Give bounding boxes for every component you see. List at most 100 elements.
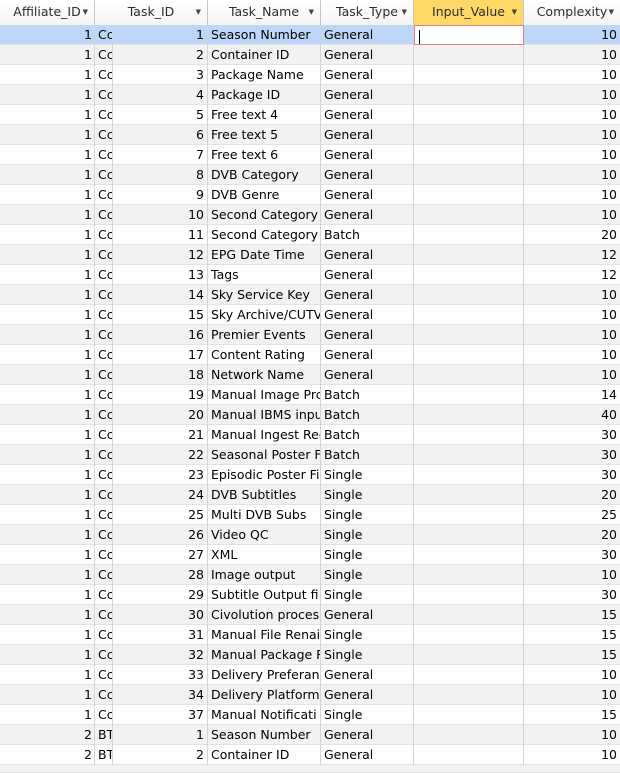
table-row[interactable]: 1 Cc 37 Manual Notificati Single 15 — [0, 705, 620, 725]
complexity-cell[interactable]: 10 — [524, 85, 620, 105]
table-row[interactable]: 1 Cc 11 Second Category (Batch 20 — [0, 225, 620, 245]
complexity-cell[interactable]: 10 — [524, 345, 620, 365]
complexity-cell[interactable]: 10 — [524, 665, 620, 685]
task-name-cell[interactable]: Sky Service Key — [208, 285, 321, 305]
complexity-cell[interactable]: 15 — [524, 705, 620, 725]
task-type-cell[interactable]: General — [321, 725, 414, 745]
complexity-cell[interactable]: 10 — [524, 685, 620, 705]
task-id-cell[interactable]: 19 — [113, 385, 208, 405]
task-id-cell[interactable]: 12 — [113, 245, 208, 265]
affiliate-id-cell[interactable]: 1 — [0, 85, 95, 105]
task-type-cell[interactable]: General — [321, 125, 414, 145]
task-type-cell[interactable]: General — [321, 325, 414, 345]
task-name-cell[interactable]: Manual Package R — [208, 645, 321, 665]
input-value-cell[interactable] — [414, 665, 524, 685]
complexity-cell[interactable]: 30 — [524, 465, 620, 485]
complexity-cell[interactable]: 10 — [524, 285, 620, 305]
table-row[interactable]: 1 Cc 27 XML Single 30 — [0, 545, 620, 565]
task-name-cell[interactable]: Sky Archive/CUTV — [208, 305, 321, 325]
affiliate-name-cell[interactable]: Cc — [95, 205, 113, 225]
input-value-cell[interactable] — [414, 165, 524, 185]
task-id-cell[interactable]: 34 — [113, 685, 208, 705]
complexity-cell[interactable]: 40 — [524, 405, 620, 425]
complexity-cell[interactable]: 15 — [524, 605, 620, 625]
task-id-cell[interactable]: 16 — [113, 325, 208, 345]
task-name-cell[interactable]: Free text 6 — [208, 145, 321, 165]
affiliate-id-cell[interactable]: 1 — [0, 225, 95, 245]
task-id-cell[interactable]: 21 — [113, 425, 208, 445]
affiliate-name-cell[interactable]: Cc — [95, 585, 113, 605]
input-value-cell[interactable] — [414, 205, 524, 225]
affiliate-id-cell[interactable]: 1 — [0, 405, 95, 425]
complexity-cell[interactable]: 12 — [524, 265, 620, 285]
table-row[interactable]: 1 Cc 15 Sky Archive/CUTV General 10 — [0, 305, 620, 325]
task-name-cell[interactable]: Delivery Preferan — [208, 665, 321, 685]
affiliate-name-cell[interactable]: Cc — [95, 605, 113, 625]
task-name-cell[interactable]: Package Name — [208, 65, 321, 85]
task-name-cell[interactable]: Network Name — [208, 365, 321, 385]
affiliate-id-cell[interactable]: 1 — [0, 705, 95, 725]
task-name-cell[interactable]: Video QC — [208, 525, 321, 545]
affiliate-id-cell[interactable]: 1 — [0, 365, 95, 385]
complexity-cell[interactable]: 10 — [524, 325, 620, 345]
task-type-cell[interactable]: Single — [321, 545, 414, 565]
task-type-cell[interactable]: General — [321, 25, 414, 45]
input-value-cell[interactable] — [414, 125, 524, 145]
complexity-cell[interactable]: 30 — [524, 585, 620, 605]
affiliate-id-cell[interactable]: 1 — [0, 45, 95, 65]
table-row[interactable]: 1 Cc 12 EPG Date Time General 12 — [0, 245, 620, 265]
task-type-cell[interactable]: Batch — [321, 225, 414, 245]
header-task-type[interactable]: Task_Type ▼ — [321, 0, 414, 25]
complexity-cell[interactable]: 10 — [524, 365, 620, 385]
task-type-cell[interactable]: General — [321, 105, 414, 125]
task-id-cell[interactable]: 25 — [113, 505, 208, 525]
input-value-cell[interactable] — [414, 325, 524, 345]
table-row[interactable]: 1 Cc 32 Manual Package R Single 15 — [0, 645, 620, 665]
affiliate-id-cell[interactable]: 1 — [0, 625, 95, 645]
input-value-cell[interactable] — [414, 185, 524, 205]
complexity-cell[interactable]: 14 — [524, 385, 620, 405]
task-type-cell[interactable]: Single — [321, 565, 414, 585]
input-value-cell[interactable] — [414, 705, 524, 725]
task-type-cell[interactable]: General — [321, 185, 414, 205]
task-id-cell[interactable]: 1 — [113, 725, 208, 745]
affiliate-id-cell[interactable]: 1 — [0, 685, 95, 705]
task-name-cell[interactable]: Delivery Platform — [208, 685, 321, 705]
task-type-cell[interactable]: General — [321, 285, 414, 305]
affiliate-id-cell[interactable]: 1 — [0, 105, 95, 125]
task-id-cell[interactable]: 24 — [113, 485, 208, 505]
complexity-cell[interactable]: 10 — [524, 565, 620, 585]
task-name-cell[interactable]: Free text 5 — [208, 125, 321, 145]
input-value-cell[interactable] — [414, 385, 524, 405]
input-value-cell[interactable] — [414, 545, 524, 565]
input-value-cell[interactable] — [414, 425, 524, 445]
affiliate-name-cell[interactable]: Cc — [95, 505, 113, 525]
input-value-cell[interactable] — [414, 685, 524, 705]
table-row[interactable]: 1 Cc 7 Free text 6 General 10 — [0, 145, 620, 165]
affiliate-name-cell[interactable]: Cc — [95, 465, 113, 485]
task-type-cell[interactable]: General — [321, 45, 414, 65]
affiliate-name-cell[interactable]: Cc — [95, 65, 113, 85]
affiliate-name-cell[interactable]: Cc — [95, 665, 113, 685]
table-row[interactable]: 1 Cc 14 Sky Service Key General 10 — [0, 285, 620, 305]
table-row[interactable]: 1 Cc 22 Seasonal Poster F Batch 30 — [0, 445, 620, 465]
affiliate-name-cell[interactable]: Cc — [95, 705, 113, 725]
task-id-cell[interactable]: 32 — [113, 645, 208, 665]
affiliate-id-cell[interactable]: 2 — [0, 725, 95, 745]
task-type-cell[interactable]: Single — [321, 485, 414, 505]
input-value-cell[interactable] — [414, 25, 524, 45]
table-row[interactable]: 1 Cc 9 DVB Genre General 10 — [0, 185, 620, 205]
input-value-cell[interactable] — [414, 485, 524, 505]
input-value-cell[interactable] — [414, 45, 524, 65]
task-id-cell[interactable]: 17 — [113, 345, 208, 365]
affiliate-name-cell[interactable]: Cc — [95, 245, 113, 265]
task-name-cell[interactable]: XML — [208, 545, 321, 565]
affiliate-id-cell[interactable]: 1 — [0, 145, 95, 165]
affiliate-id-cell[interactable]: 1 — [0, 385, 95, 405]
input-value-cell[interactable] — [414, 285, 524, 305]
affiliate-name-cell[interactable]: Cc — [95, 45, 113, 65]
task-type-cell[interactable]: Batch — [321, 405, 414, 425]
table-row[interactable]: 1 Cc 5 Free text 4 General 10 — [0, 105, 620, 125]
task-id-cell[interactable]: 15 — [113, 305, 208, 325]
task-name-cell[interactable]: Premier Events — [208, 325, 321, 345]
